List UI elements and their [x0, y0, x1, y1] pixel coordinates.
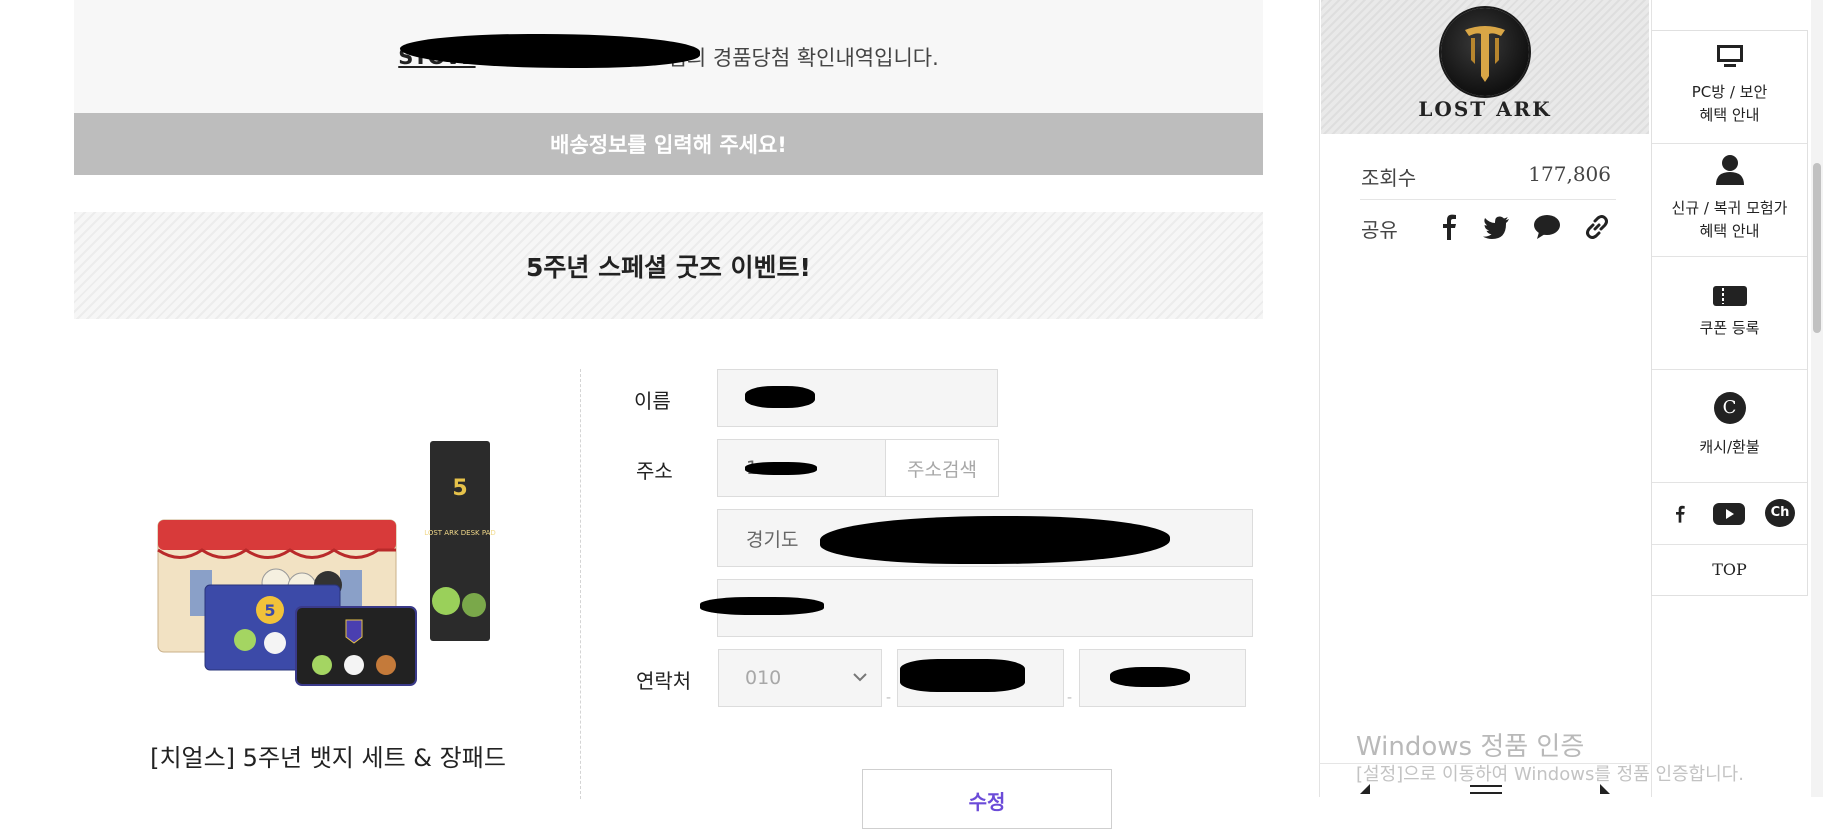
quick-menu-new-returning[interactable]: 신규 / 복귀 모험가 혜택 안내: [1652, 197, 1807, 243]
notice-message: 님의 경품당첨 확인내역입니다.: [667, 45, 939, 70]
phone-prefix-value: 010: [745, 667, 782, 689]
page-scrollbar-track[interactable]: [1811, 0, 1823, 797]
svg-text:5: 5: [452, 476, 467, 501]
facebook-icon[interactable]: [1434, 212, 1464, 242]
redaction-mark: [900, 659, 1025, 692]
redaction-mark: [700, 597, 824, 615]
cash-coin-icon: C: [1713, 392, 1746, 424]
page-scrollbar-thumb[interactable]: [1813, 163, 1821, 333]
views-count: 177,806: [1528, 162, 1611, 186]
twitter-icon[interactable]: [1481, 212, 1511, 242]
redaction-mark: [745, 462, 817, 475]
monitor-icon: [1716, 45, 1743, 67]
divider: [1652, 482, 1807, 483]
logo-text: LOST ARK: [1418, 97, 1552, 121]
phone-label: 연락처: [636, 669, 692, 693]
divider: [1360, 199, 1616, 200]
phone-separator: -: [1067, 690, 1073, 706]
share-label: 공유: [1361, 218, 1398, 242]
address-line1-value: 경기도: [746, 528, 799, 551]
redaction-mark: [1110, 667, 1190, 687]
windows-activation-title: Windows 정품 인증: [1356, 732, 1585, 762]
views-label: 조회수: [1361, 166, 1417, 190]
redaction-mark: [745, 386, 815, 408]
new-returning-line2: 혜택 안내: [1699, 222, 1760, 240]
windows-activation-subtitle: [설정]으로 이동하여 Windows를 정품 인증합니다.: [1356, 764, 1744, 785]
youtube-icon[interactable]: [1712, 501, 1746, 527]
product-image: 5 LOST ARK DESK PAD 5: [157, 441, 496, 686]
divider: [1652, 369, 1807, 370]
edit-button[interactable]: 수정: [862, 769, 1112, 829]
chevron-down-icon: [853, 673, 867, 682]
link-icon[interactable]: [1582, 212, 1612, 242]
chat-bubble-icon[interactable]: [1532, 212, 1562, 242]
event-title-banner: 5주년 스페셜 굿즈 이벤트!: [74, 212, 1263, 319]
new-returning-line1: 신규 / 복귀 모험가: [1671, 199, 1788, 217]
pc-bang-line2: 혜택 안내: [1699, 106, 1760, 124]
name-label: 이름: [634, 389, 671, 413]
channel-icon[interactable]: Ch: [1765, 499, 1795, 527]
box-label: LOST ARK DESK PAD: [424, 529, 496, 537]
quick-menu-cash-refund[interactable]: 캐시/환불: [1652, 436, 1807, 459]
ticket-icon: [1712, 286, 1747, 306]
facebook-icon[interactable]: [1670, 499, 1690, 529]
shipping-info-banner: 배송정보를 입력해 주세요!: [74, 113, 1263, 175]
quick-menu-pc-bang[interactable]: PC방 / 보안 혜택 안내: [1652, 81, 1807, 127]
user-icon: [1715, 155, 1744, 185]
redaction-mark: [820, 516, 1170, 564]
divider: [1652, 256, 1807, 257]
column-divider: [580, 369, 581, 799]
phone-separator: -: [886, 690, 892, 706]
scroll-top-button[interactable]: TOP: [1652, 558, 1807, 581]
divider: [1652, 544, 1807, 545]
quick-menu: PC방 / 보안 혜택 안내 신규 / 복귀 모험가 혜택 안내 쿠폰 등록 C…: [1651, 30, 1808, 596]
svg-text:5: 5: [264, 601, 275, 620]
product-name: [치얼스] 5주년 뱃지 세트 & 장패드: [150, 744, 506, 772]
address-search-button[interactable]: 주소검색: [885, 439, 999, 497]
quick-menu-coupon[interactable]: 쿠폰 등록: [1652, 317, 1807, 340]
lost-ark-emblem-icon: [1441, 8, 1529, 96]
divider: [1652, 143, 1807, 144]
pc-bang-line1: PC방 / 보안: [1691, 83, 1768, 101]
address-label: 주소: [636, 459, 673, 483]
